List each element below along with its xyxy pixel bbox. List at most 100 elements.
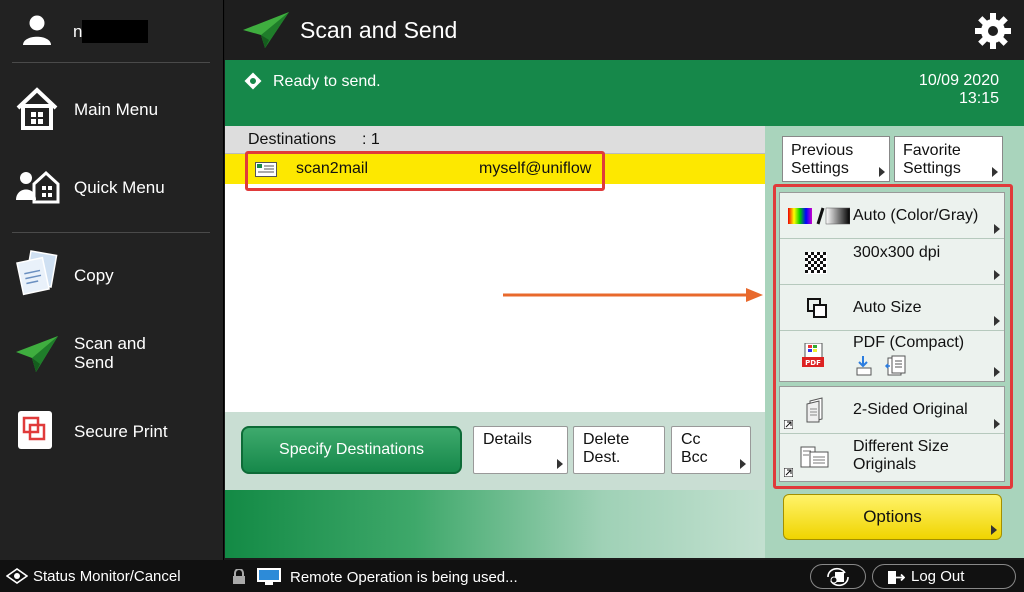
destinations-panel: Destinations : 1 scan2mail myself@uniflo… — [225, 126, 765, 558]
date-time: 10/09 2020 13:15 — [919, 72, 999, 108]
setting-label-line1: Different Size — [853, 438, 949, 455]
sidebar-item-label: Copy — [74, 266, 114, 285]
arrow-right-icon — [740, 459, 746, 469]
arrow-right-icon — [879, 167, 885, 177]
two-sided-icon — [806, 397, 823, 423]
pdf-icon: PDF — [802, 343, 824, 367]
copy-icon — [16, 250, 58, 296]
separator — [12, 232, 210, 233]
log-out-icon — [888, 571, 905, 584]
destinations-header: Destinations : 1 — [225, 126, 765, 154]
destination-list: scan2mail myself@uniflow — [225, 154, 765, 412]
arrow-right-icon — [994, 367, 1000, 377]
remote-operation-text: Remote Operation is being used... — [290, 569, 518, 586]
status-monitor-label: Status Monitor/Cancel — [33, 568, 181, 585]
svg-text:PDF: PDF — [805, 359, 821, 367]
color-gray-icon — [788, 207, 850, 225]
destination-name: scan2mail — [296, 160, 369, 177]
secure-print-icon — [18, 411, 52, 449]
destinations-count: : 1 — [362, 131, 380, 148]
home-icon — [16, 87, 58, 130]
setting-color-mode[interactable]: Auto (Color/Gray) — [780, 193, 1004, 239]
time: 13:15 — [958, 90, 999, 107]
previous-settings-button[interactable]: Previous Settings — [782, 136, 890, 182]
counter-check-button[interactable] — [810, 564, 866, 589]
sidebar-item-scan-and-send[interactable]: Scan and Send — [0, 318, 224, 392]
log-out-button[interactable]: Log Out — [872, 564, 1016, 589]
arrow-right-icon — [994, 419, 1000, 429]
arrow-right-icon — [994, 224, 1000, 234]
setting-two-sided[interactable]: 2-Sided Original — [780, 387, 1004, 434]
ready-icon — [244, 72, 262, 90]
redacted-user-name — [82, 20, 148, 43]
sidebar-item-label: Quick Menu — [74, 178, 165, 197]
favorite-settings-button[interactable]: Favorite Settings — [894, 136, 1003, 182]
setting-file-format[interactable]: PDF PDF (Compact) — [780, 331, 1004, 381]
options-button[interactable]: Options — [783, 494, 1002, 540]
setting-resolution[interactable]: 300x300 dpi — [780, 239, 1004, 285]
original-settings-group: 2-Sided Original Different Size Original… — [779, 386, 1005, 482]
setting-label: Different Size Originals — [853, 438, 949, 474]
arrow-right-icon — [557, 459, 563, 469]
arrow-right-icon — [992, 167, 998, 177]
status-monitor-button[interactable]: Status Monitor/Cancel — [0, 560, 224, 592]
quick-menu-icon — [16, 170, 60, 204]
sidebar: n Main Menu Quick Menu Copy Scan and Sen… — [0, 0, 224, 560]
setting-different-size[interactable]: Different Size Originals — [780, 434, 1004, 481]
arrow-right-icon — [991, 525, 997, 535]
pdf-options-icon — [856, 355, 906, 376]
page-title: Scan and Send — [300, 17, 458, 43]
action-bar-bottom — [225, 490, 765, 558]
log-out-label: Log Out — [911, 568, 965, 585]
settings-panel: Previous Settings Favorite Settings Auto… — [765, 126, 1024, 558]
lock-icon — [233, 569, 245, 584]
details-button[interactable]: Details — [473, 426, 568, 474]
sidebar-item-quick-menu[interactable]: Quick Menu — [0, 150, 224, 224]
scan-settings-group: Auto (Color/Gray) 300x300 dpi Auto Size … — [779, 192, 1005, 382]
favorite-label-line2: Settings — [903, 160, 961, 177]
separator — [12, 62, 210, 63]
date: 10/09 2020 — [918, 72, 999, 89]
footer: Status Monitor/Cancel Remote Operation i… — [0, 560, 1024, 592]
setting-label: Auto (Color/Gray) — [853, 207, 979, 224]
sidebar-item-label: Secure Print — [74, 422, 168, 441]
previous-label: Previous — [791, 142, 854, 159]
destination-row[interactable]: scan2mail myself@uniflow — [225, 154, 765, 184]
sidebar-item-label: Scan and Send — [74, 334, 146, 372]
paper-plane-icon — [243, 12, 289, 48]
user-row[interactable]: n — [0, 0, 224, 62]
arrow-right-icon — [994, 316, 1000, 326]
action-bar: Specify Destinations Details Delete Dest… — [225, 412, 765, 558]
sidebar-item-main-menu[interactable]: Main Menu — [0, 72, 224, 146]
destination-address: myself@uniflow — [479, 160, 592, 177]
setting-label-line2: Originals — [853, 456, 917, 473]
gear-icon[interactable] — [974, 12, 1012, 50]
delete-label: Delete — [583, 431, 630, 448]
arrow-right-icon — [994, 270, 1000, 280]
counter-icon — [827, 567, 849, 587]
different-size-icon — [800, 446, 829, 468]
delete-label-line2: Dest. — [583, 449, 621, 466]
sidebar-item-label: Main Menu — [74, 100, 159, 119]
corner-arrow-icon — [784, 468, 793, 477]
setting-scan-size[interactable]: Auto Size — [780, 285, 1004, 331]
details-label: Details — [483, 431, 532, 448]
options-label: Options — [863, 507, 922, 526]
cc-bcc-button[interactable]: Cc Bcc — [671, 426, 751, 474]
specify-destinations-button[interactable]: Specify Destinations — [241, 426, 462, 474]
setting-label: Auto Size — [853, 299, 922, 316]
favorite-label: Favorite — [903, 142, 961, 159]
sidebar-item-secure-print[interactable]: Secure Print — [0, 396, 224, 470]
cc-label: Cc — [681, 431, 701, 448]
email-address-icon — [255, 162, 277, 177]
sidebar-item-copy[interactable]: Copy — [0, 238, 224, 312]
delete-dest-button[interactable]: Delete Dest. — [573, 426, 665, 474]
setting-label: PDF (Compact) — [853, 334, 965, 351]
status-bar: Ready to send. 10/09 2020 13:15 — [225, 60, 1024, 126]
resolution-icon — [805, 252, 827, 274]
setting-label: 300x300 dpi — [853, 244, 941, 261]
corner-arrow-icon — [784, 420, 793, 429]
header: Scan and Send — [225, 0, 1024, 60]
setting-label: 2-Sided Original — [853, 401, 968, 418]
scan-size-icon — [807, 298, 827, 318]
